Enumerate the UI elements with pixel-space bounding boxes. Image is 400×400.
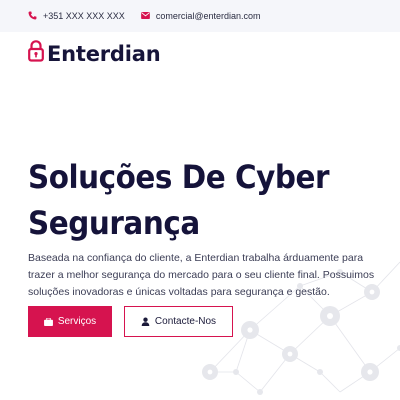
services-button-label: Serviços [57, 316, 97, 327]
hero-title: Soluções De Cyber Segurança [28, 154, 359, 246]
envelope-icon [140, 11, 150, 21]
hero-description: Baseada na confiança do cliente, a Enter… [28, 252, 375, 298]
email-contact[interactable]: comercial@enterdian.com [140, 11, 261, 21]
phone-number: +351 XXX XXX XXX [43, 11, 125, 21]
user-icon [141, 317, 150, 326]
contact-button[interactable]: Contacte-Nos [124, 306, 233, 337]
hero-section: Soluções De Cyber Segurança Baseada na c… [0, 72, 400, 400]
briefcase-icon [43, 317, 53, 326]
email-address: comercial@enterdian.com [155, 11, 261, 21]
site-header: Enterdian [0, 32, 400, 72]
phone-contact[interactable]: +351 XXX XXX XXX [28, 11, 125, 22]
logo[interactable]: Enterdian [28, 40, 161, 67]
services-button[interactable]: Serviços [28, 306, 112, 337]
hero-title-line-1: Soluções De Cyber [28, 158, 330, 196]
contact-button-label: Contacte-Nos [154, 316, 217, 327]
padlock-icon [28, 40, 44, 67]
brand-name: Enterdian [47, 41, 161, 66]
phone-icon [28, 11, 37, 22]
hero-title-line-2: Segurança [28, 204, 200, 242]
top-bar: +351 XXX XXX XXX comercial@enterdian.com [0, 0, 400, 32]
